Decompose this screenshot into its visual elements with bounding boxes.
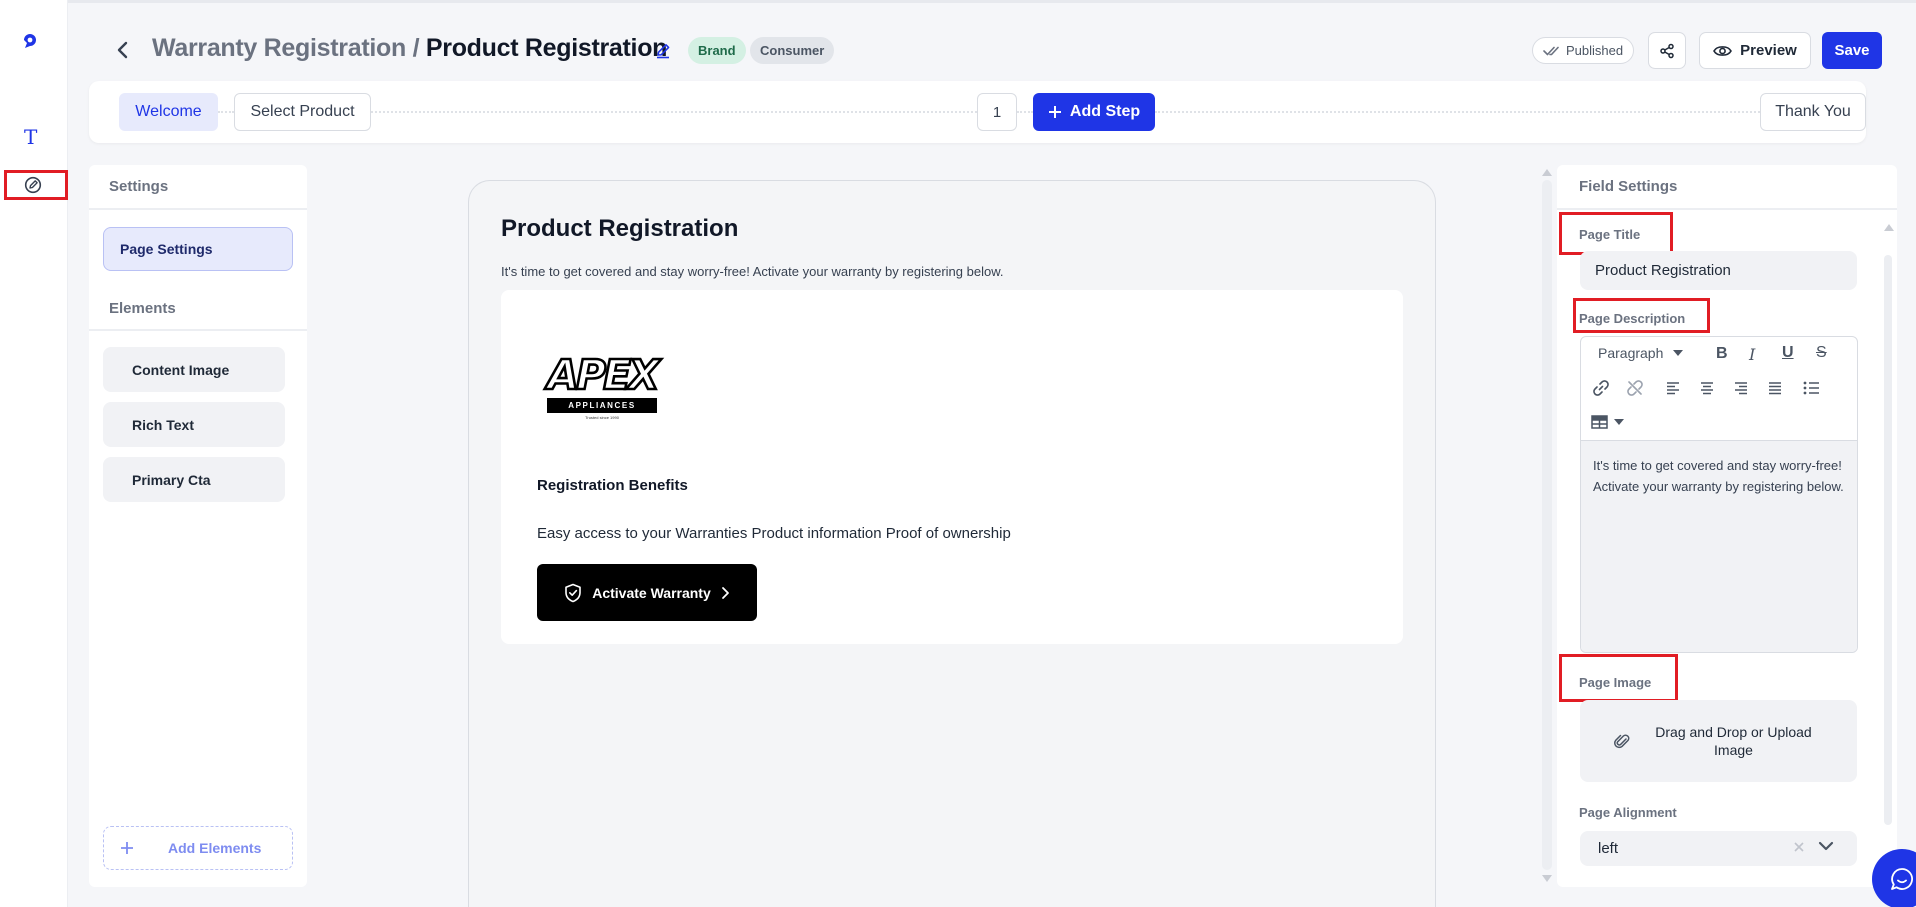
field-settings-title: Field Settings: [1579, 178, 1678, 195]
strikethrough-icon[interactable]: S: [1816, 344, 1827, 362]
scroll-up-arrow-icon[interactable]: [1542, 169, 1552, 176]
plus-icon: [1048, 106, 1061, 118]
activate-warranty-label: Activate Warranty: [592, 584, 711, 601]
settings-scroll-up-icon[interactable]: [1884, 224, 1894, 231]
page-title-label: Page Title: [1579, 227, 1641, 242]
save-button[interactable]: Save: [1822, 32, 1882, 69]
brand-tag: Brand: [688, 37, 746, 64]
elements-title: Elements: [109, 300, 176, 317]
align-center-icon[interactable]: [1700, 381, 1714, 395]
back-chevron-icon[interactable]: [114, 40, 132, 60]
step-connector: [1155, 111, 1760, 113]
step-welcome[interactable]: Welcome: [119, 93, 218, 131]
align-left-icon[interactable]: [1666, 381, 1680, 395]
link-icon[interactable]: [1592, 379, 1610, 397]
add-step-button[interactable]: Add Step: [1033, 93, 1155, 131]
description-rich-text-editor[interactable]: Paragraph B I U S It's time to get cover…: [1580, 336, 1858, 653]
add-elements-label: Add Elements: [168, 840, 262, 856]
underline-icon[interactable]: U: [1782, 344, 1794, 362]
published-label: Published: [1566, 43, 1624, 58]
settings-title: Settings: [109, 178, 169, 195]
preview-label: Preview: [1740, 42, 1797, 59]
eye-icon: [1713, 45, 1733, 56]
page-alignment-select[interactable]: left: [1580, 831, 1857, 866]
paragraph-select-value: Paragraph: [1598, 345, 1664, 361]
chat-icon: [1891, 868, 1913, 890]
breadcrumb: Warranty Registration / Product Registra…: [152, 34, 667, 63]
edit-tool-icon[interactable]: [24, 176, 42, 194]
step-select-product[interactable]: Select Product: [234, 93, 371, 131]
top-border: [0, 0, 1916, 3]
activate-warranty-button[interactable]: Activate Warranty: [537, 564, 757, 621]
add-step-label: Add Step: [1069, 103, 1141, 120]
apex-appliances-logo: APEX APPLIANCES Trusted since 1990: [540, 351, 664, 428]
share-icon: [1660, 43, 1674, 58]
upload-instructions: Drag and Drop or Upload Image: [1655, 724, 1812, 758]
page-settings-item[interactable]: Page Settings: [103, 227, 293, 271]
caret-down-icon: [1673, 350, 1684, 356]
element-content-image[interactable]: Content Image: [103, 347, 285, 392]
chevron-down-icon[interactable]: [1818, 841, 1834, 852]
double-check-icon: [1543, 46, 1559, 55]
step-connector: [218, 111, 234, 113]
panel-divider: [89, 329, 307, 331]
scroll-down-arrow-icon[interactable]: [1542, 875, 1552, 882]
description-text[interactable]: It's time to get covered and stay worry-…: [1581, 440, 1857, 652]
align-right-icon[interactable]: [1734, 381, 1748, 395]
table-menu[interactable]: [1591, 415, 1624, 429]
breadcrumb-parent[interactable]: Warranty Registration /: [152, 34, 420, 62]
image-upload-dropzone[interactable]: Drag and Drop or Upload Image: [1580, 700, 1857, 782]
clear-selection-icon[interactable]: [1793, 841, 1805, 853]
paperclip-icon: [1613, 734, 1629, 749]
add-elements-button[interactable]: Add Elements: [103, 826, 293, 870]
panel-divider: [89, 208, 307, 210]
paragraph-select[interactable]: Paragraph: [1598, 345, 1684, 361]
caret-down-icon: [1614, 419, 1624, 425]
element-rich-text[interactable]: Rich Text: [103, 402, 285, 447]
bold-icon[interactable]: B: [1716, 345, 1728, 363]
logo-wordmark: APEX: [546, 351, 661, 399]
edit-title-icon[interactable]: [655, 42, 672, 59]
canvas-scrollbar[interactable]: [1542, 180, 1552, 870]
page-image-label: Page Image: [1579, 675, 1652, 690]
benefits-text: Easy access to your Warranties Product i…: [537, 525, 1011, 542]
page-title: Product Registration: [425, 34, 668, 62]
logo-subtitle: APPLIANCES: [547, 398, 657, 413]
page-alignment-label: Page Alignment: [1579, 805, 1677, 820]
share-button[interactable]: [1648, 32, 1686, 69]
panel-divider: [1557, 208, 1897, 210]
step-count[interactable]: 1: [977, 93, 1017, 131]
table-icon: [1591, 415, 1608, 429]
benefits-heading: Registration Benefits: [537, 477, 688, 494]
settings-scrollbar[interactable]: [1884, 255, 1892, 825]
page-alignment-value: left: [1598, 840, 1619, 857]
published-status-badge: Published: [1532, 37, 1635, 64]
step-thank-you[interactable]: Thank You: [1760, 93, 1866, 131]
unlink-icon[interactable]: [1626, 379, 1644, 397]
bullet-list-icon[interactable]: [1803, 380, 1820, 396]
consumer-tag: Consumer: [750, 37, 835, 64]
plus-icon: [121, 842, 133, 854]
step-connector: [1017, 111, 1033, 113]
canvas-page-description: It's time to get covered and stay worry-…: [501, 264, 1004, 279]
app-logo-icon[interactable]: [20, 30, 40, 50]
settings-panel: [89, 165, 307, 887]
step-connector: [371, 111, 977, 113]
text-tool-icon[interactable]: T: [24, 125, 37, 149]
logo-tagline: Trusted since 1990: [585, 415, 619, 420]
chevron-right-icon: [721, 586, 729, 599]
element-primary-cta[interactable]: Primary Cta: [103, 457, 285, 502]
page-description-label: Page Description: [1579, 311, 1686, 326]
preview-button[interactable]: Preview: [1699, 32, 1811, 69]
page-title-input[interactable]: Product Registration: [1580, 251, 1857, 290]
italic-icon[interactable]: I: [1749, 345, 1755, 364]
align-justify-icon[interactable]: [1768, 381, 1782, 395]
shield-check-icon: [565, 583, 582, 602]
canvas-page-title: Product Registration: [501, 215, 739, 242]
